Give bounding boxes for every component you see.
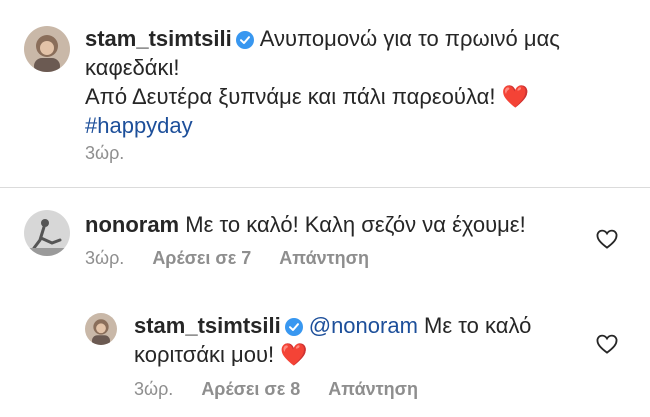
reply-username[interactable]: stam_tsimtsili: [134, 313, 281, 338]
caption-username[interactable]: stam_tsimtsili: [85, 26, 232, 51]
reply-mention[interactable]: @nonoram: [309, 313, 418, 338]
reply-text: stam_tsimtsili @nonoram Με το καλό κοριτσ…: [134, 311, 584, 369]
reply-body-line2: κοριτσάκι μου! ❤️: [134, 342, 308, 367]
caption-meta: 3ώρ.: [85, 143, 152, 164]
reply-time[interactable]: 3ώρ.: [134, 379, 173, 399]
comment-body: Με το καλό! Καλη σεζόν να έχουμε!: [185, 212, 526, 237]
heart-outline-icon[interactable]: [596, 334, 618, 354]
comment-reply-button[interactable]: Απάντηση: [279, 248, 369, 268]
verified-badge-icon: [284, 318, 303, 336]
reply-body-line1: Με το καλό: [417, 313, 532, 338]
reply-meta: 3ώρ. Αρέσει σε 8 Απάντηση: [134, 379, 446, 400]
caption-line3: Από Δευτέρα ξυπνάμε και πάλι παρεούλα! ❤…: [85, 84, 529, 109]
comment-text: nonoram Με το καλό! Καλη σεζόν να έχουμε…: [85, 210, 585, 239]
reply-likes[interactable]: Αρέσει σε 8: [201, 379, 300, 399]
divider: [0, 187, 650, 188]
comment-meta: 3ώρ. Αρέσει σε 7 Απάντηση: [85, 248, 397, 269]
comment-username[interactable]: nonoram: [85, 212, 179, 237]
caption-line1: Ανυπομονώ για το πρωινό μας: [259, 26, 560, 51]
reply-author-avatar[interactable]: [85, 313, 117, 345]
caption-time[interactable]: 3ώρ.: [85, 143, 124, 163]
caption-text: stam_tsimtsili Ανυπομονώ για το πρωινό μα…: [85, 24, 625, 140]
heart-outline-icon[interactable]: [596, 229, 618, 249]
comment-likes[interactable]: Αρέσει σε 7: [152, 248, 251, 268]
comment-author-avatar[interactable]: [24, 210, 70, 256]
verified-badge-icon: [235, 31, 254, 49]
comment-time[interactable]: 3ώρ.: [85, 248, 124, 268]
caption-hashtag[interactable]: #happyday: [85, 113, 193, 138]
caption-line2: καφεδάκι!: [85, 55, 180, 80]
reply-reply-button[interactable]: Απάντηση: [328, 379, 418, 399]
caption-author-avatar[interactable]: [24, 26, 70, 72]
